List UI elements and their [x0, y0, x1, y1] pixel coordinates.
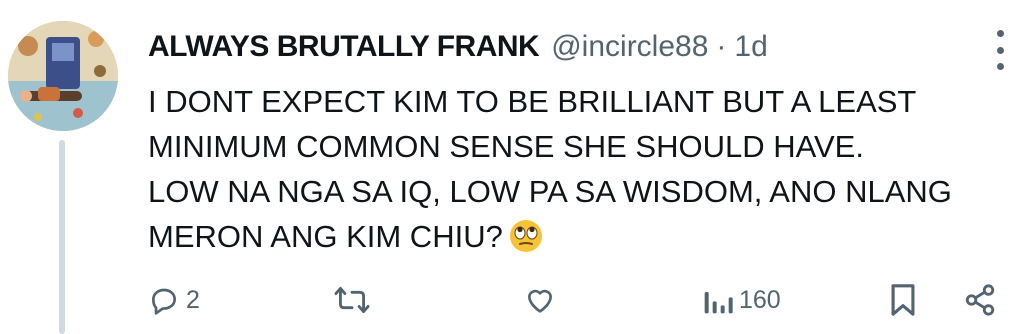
timestamp[interactable]: 1d	[734, 30, 767, 64]
user-handle[interactable]: @incircle88	[551, 30, 708, 64]
tweet-text-line: MERON ANG KIM CHIU?	[148, 214, 998, 265]
views-count: 160	[739, 285, 781, 314]
bookmark-button[interactable]	[888, 276, 918, 324]
avatar-image	[8, 21, 118, 131]
repost-icon	[334, 287, 370, 313]
avatar[interactable]	[8, 21, 118, 131]
heart-icon	[528, 289, 552, 313]
reply-button[interactable]: 2	[148, 276, 200, 324]
tweet-text: I DONT EXPECT KIM TO BE BRILLIANT BUT A …	[148, 79, 998, 265]
display-name[interactable]: ALWAYS BRUTALLY FRANK	[148, 30, 540, 64]
views-button[interactable]: 160	[703, 276, 781, 324]
separator-dot: ·	[716, 30, 727, 63]
tweet-actions-bar: 2 160	[0, 276, 1023, 324]
tweet-header: ALWAYS BRUTALLY FRANK @incircle88 · 1d	[148, 22, 768, 72]
analytics-icon	[704, 292, 733, 314]
tweet-text-line: LOW NA NGA SA IQ, LOW PA SA WISDOM, ANO …	[148, 174, 952, 209]
more-options-icon[interactable]	[988, 30, 1012, 70]
reply-count: 2	[186, 285, 200, 314]
like-button[interactable]	[523, 276, 557, 324]
share-icon	[965, 284, 995, 316]
tweet-text-line: MINIMUM COMMON SENSE SHE SHOULD HAVE.	[148, 129, 864, 164]
repost-button[interactable]	[334, 276, 370, 324]
share-button[interactable]	[962, 276, 998, 324]
rolling-eyes-emoji-icon	[509, 219, 543, 265]
bookmark-icon	[891, 284, 915, 316]
tweet-text-line: I DONT EXPECT KIM TO BE BRILLIANT BUT A …	[148, 84, 917, 119]
tweet-text-last-segment: MERON ANG KIM CHIU?	[148, 219, 503, 254]
reply-icon	[152, 288, 176, 315]
